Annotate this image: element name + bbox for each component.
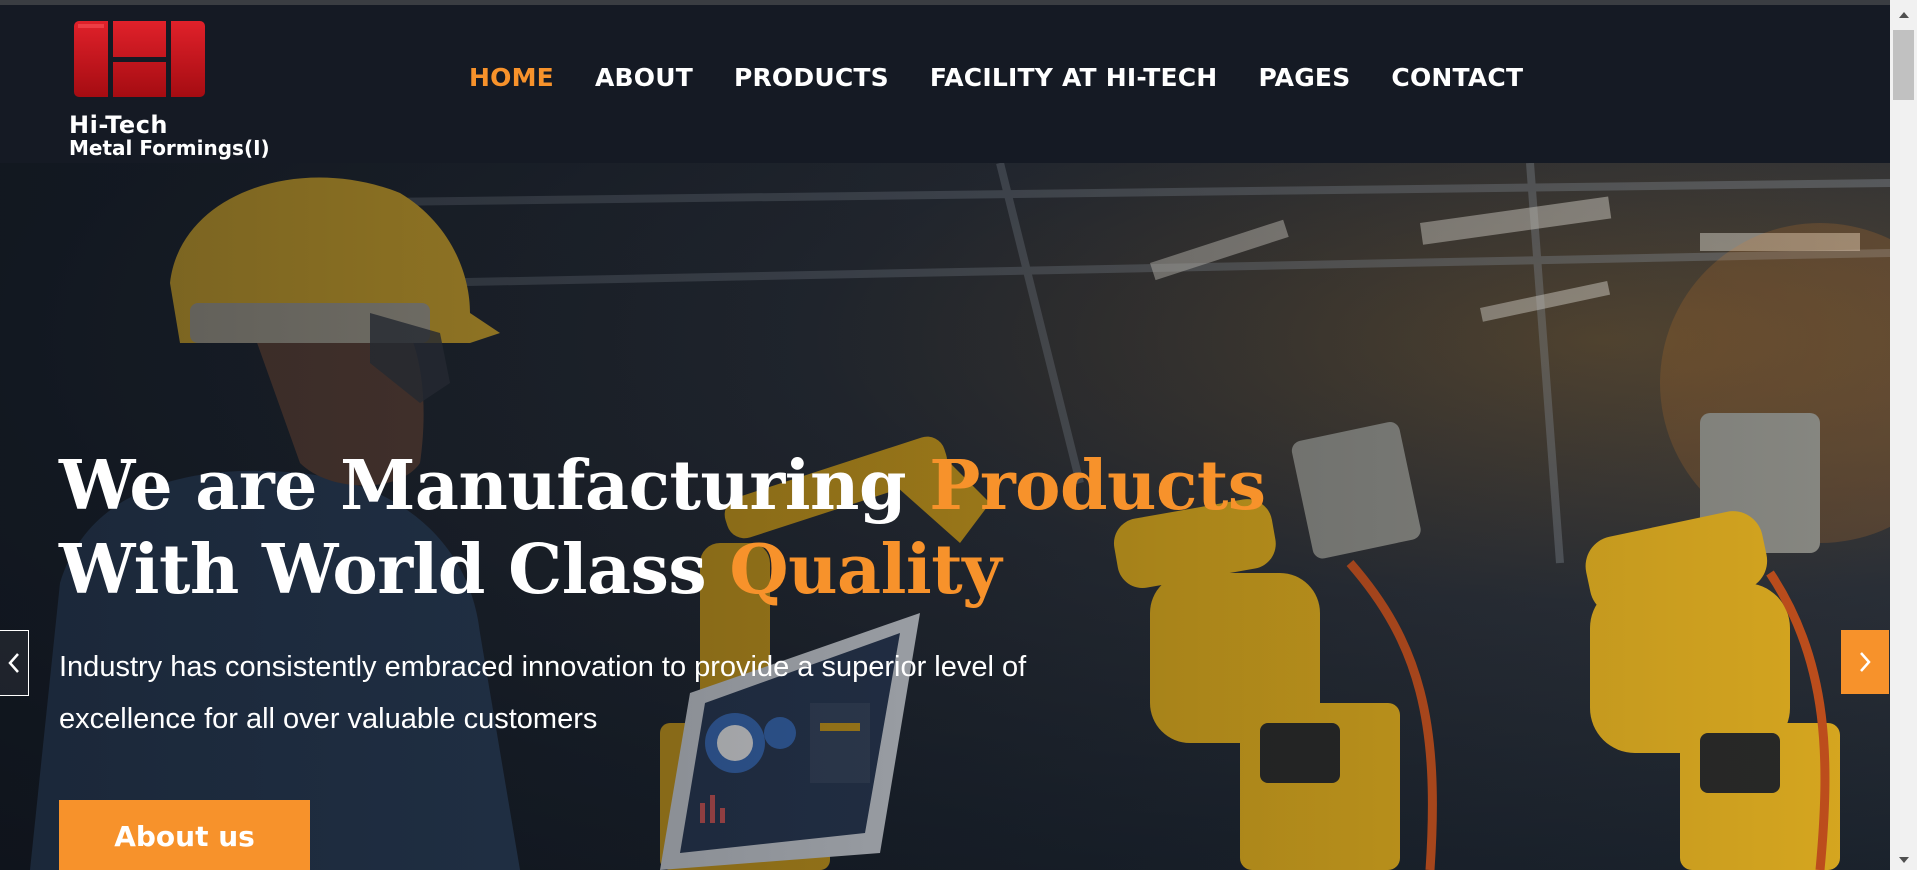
scroll-thumb[interactable] — [1893, 30, 1914, 100]
headline-part: With World Class — [59, 530, 730, 610]
site-header: Hi-Tech Metal Formings(I) HOME ABOUT PRO… — [0, 5, 1890, 163]
brand-name: Hi-Tech — [69, 111, 169, 139]
scroll-up-button[interactable] — [1890, 5, 1917, 25]
hero-slider: We are Manufacturing Products With World… — [0, 163, 1890, 870]
headline-accent-quality: Quality — [729, 530, 1002, 610]
page-scrollbar[interactable] — [1890, 0, 1917, 870]
hero-description: Industry has consistently embraced innov… — [59, 651, 1027, 735]
headline-accent-products: Products — [929, 446, 1266, 526]
nav-item-contact[interactable]: CONTACT — [1391, 63, 1523, 92]
slider-next-button[interactable] — [1841, 630, 1889, 694]
logo-mark-icon — [74, 21, 205, 97]
nav-item-facility[interactable]: FACILITY AT HI-TECH — [930, 63, 1218, 92]
slider-prev-button[interactable] — [0, 630, 29, 696]
nav-item-pages[interactable]: PAGES — [1258, 63, 1350, 92]
nav-item-products[interactable]: PRODUCTS — [734, 63, 889, 92]
brand-subtitle: Metal Formings(I) — [69, 136, 270, 160]
nav-item-home[interactable]: HOME — [469, 63, 554, 92]
hero-headline: We are Manufacturing Products With World… — [59, 444, 1266, 612]
about-us-button[interactable]: About us — [59, 800, 310, 870]
scroll-up-icon — [1898, 12, 1909, 18]
scroll-down-icon — [1898, 857, 1909, 863]
chevron-right-icon — [1860, 652, 1871, 672]
site-logo[interactable]: Hi-Tech Metal Formings(I) — [69, 17, 270, 163]
main-nav: HOME ABOUT PRODUCTS FACILITY AT HI-TECH … — [469, 63, 1523, 92]
chevron-left-icon — [8, 653, 19, 673]
headline-part: We are Manufacturing — [59, 446, 930, 526]
nav-item-about[interactable]: ABOUT — [595, 63, 693, 92]
scroll-down-button[interactable] — [1890, 850, 1917, 870]
